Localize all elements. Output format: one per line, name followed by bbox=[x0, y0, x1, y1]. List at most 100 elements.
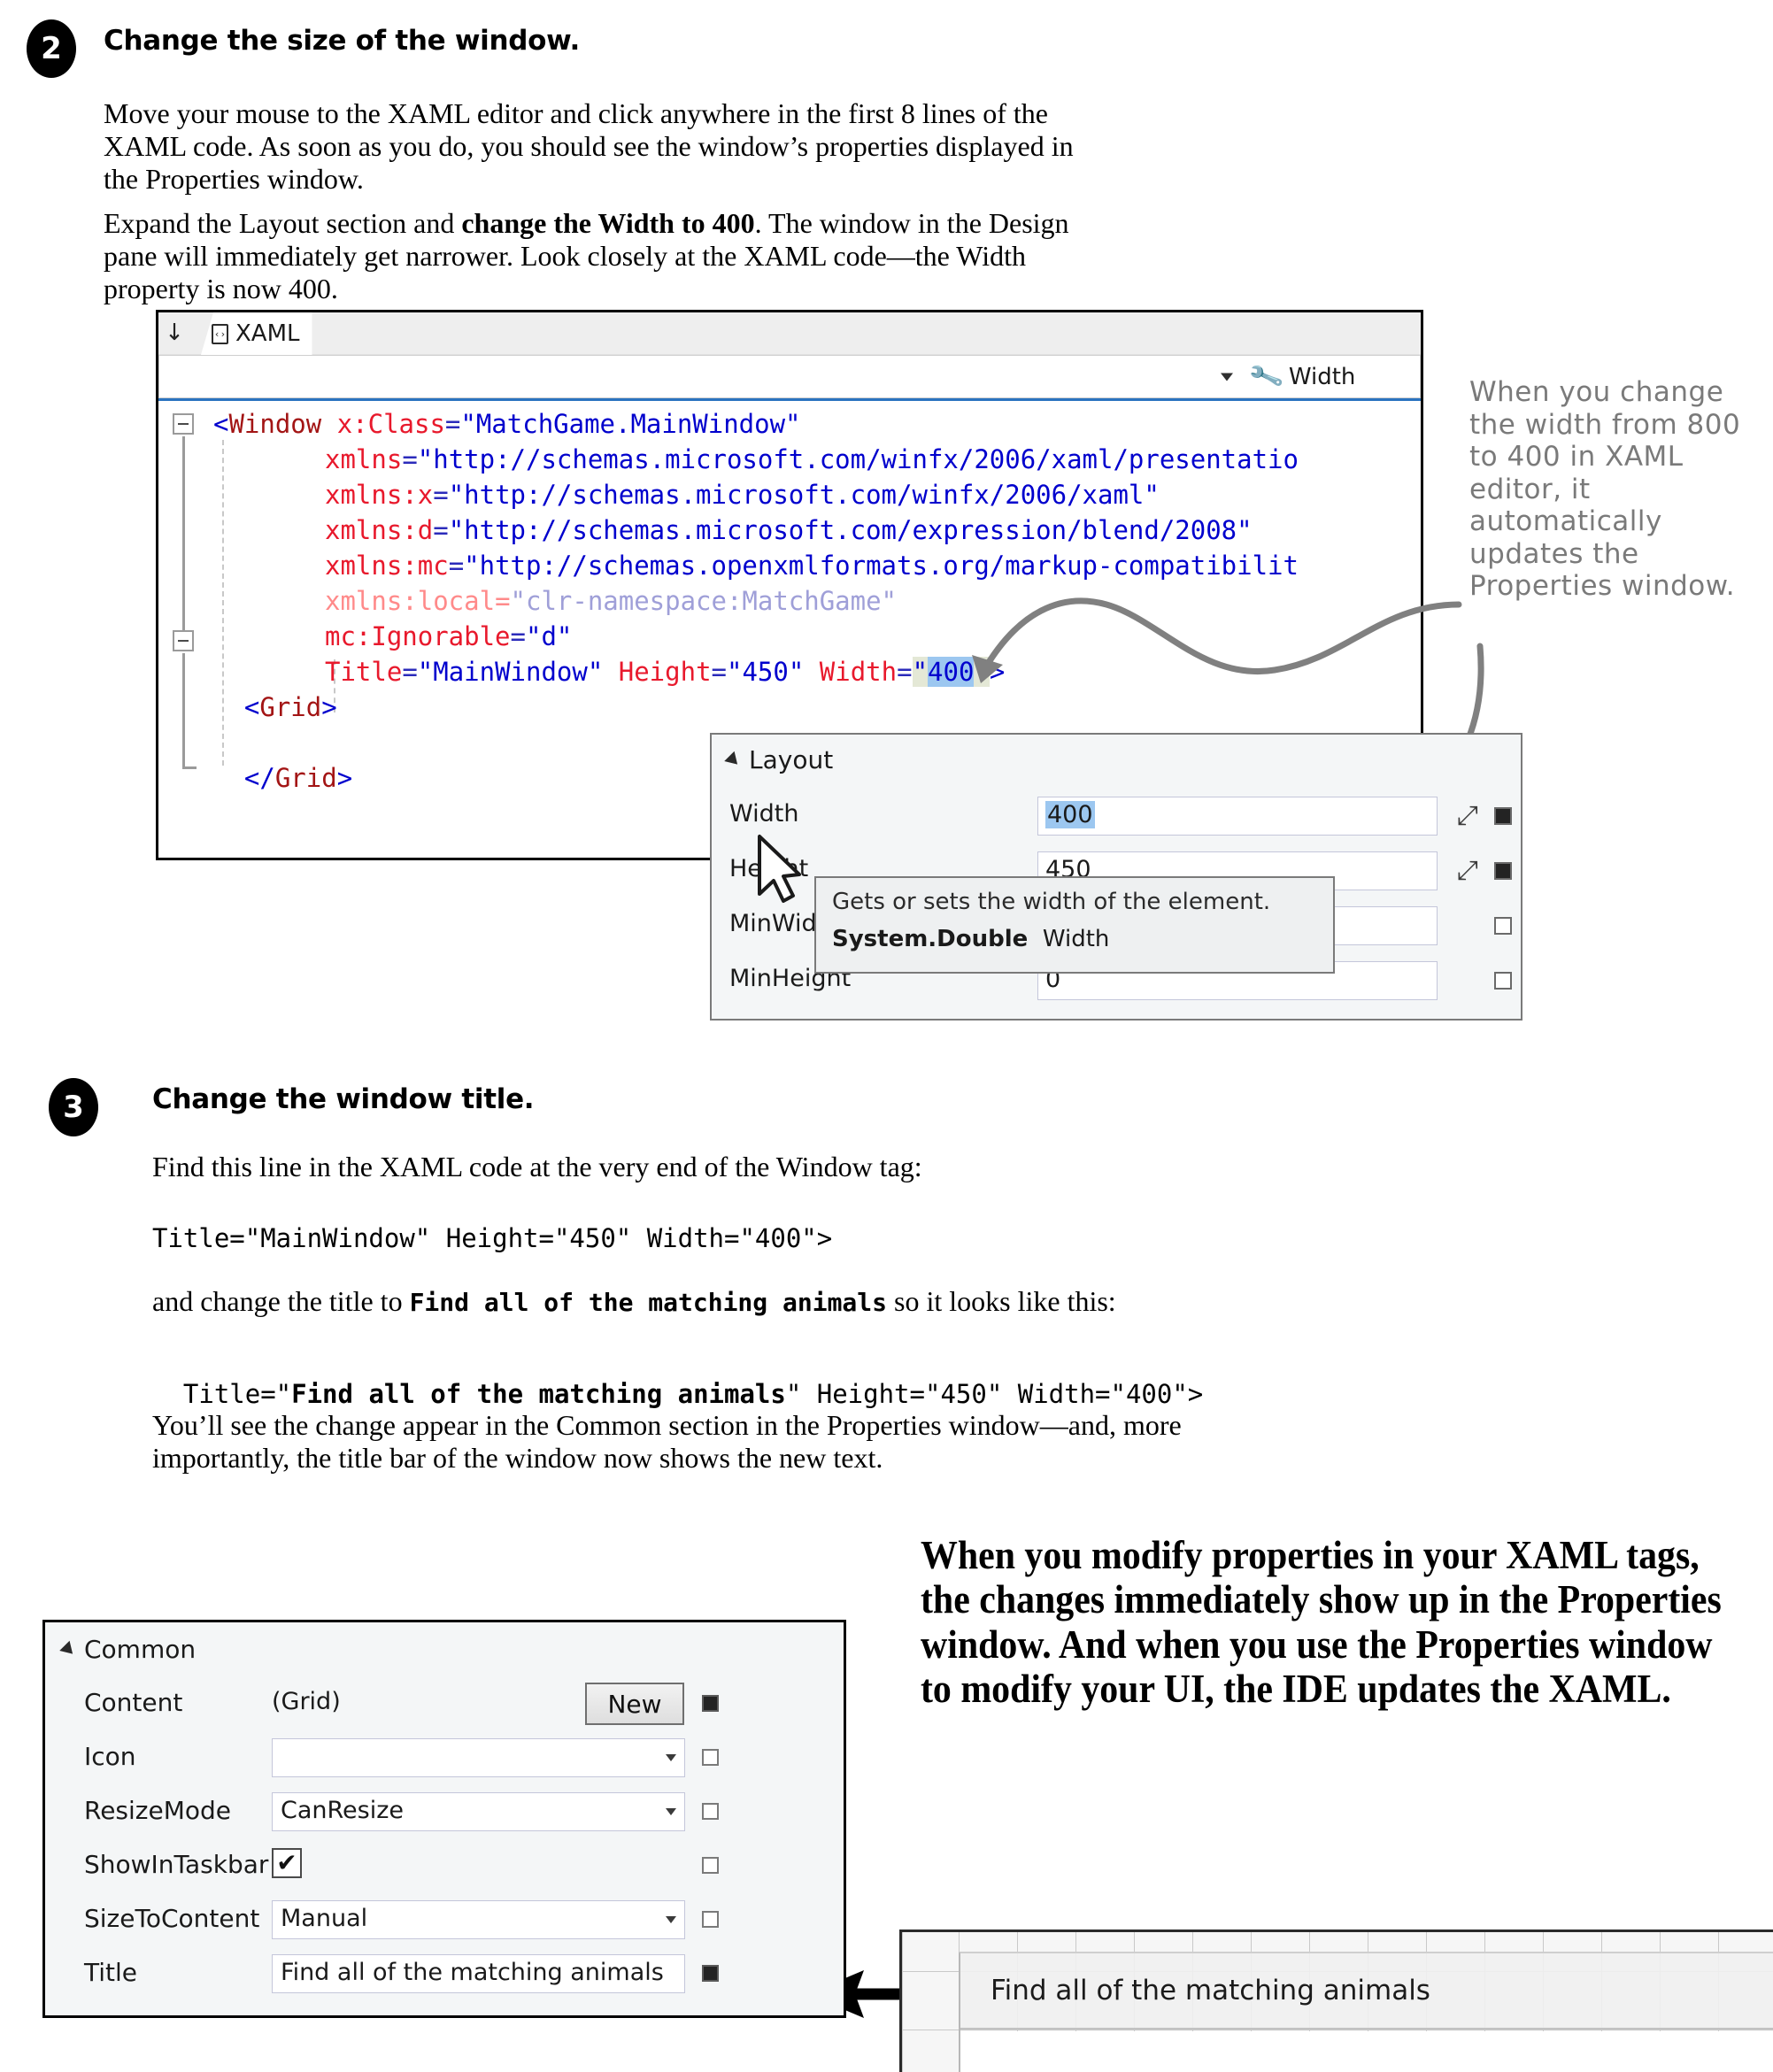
common-property-value: (Grid) bbox=[272, 1688, 341, 1715]
code-token: = bbox=[433, 480, 449, 510]
code-token: > bbox=[336, 763, 353, 793]
code-token: "450" bbox=[727, 657, 805, 687]
design-pane-preview[interactable]: Find all of the matching animals bbox=[899, 1930, 1773, 2072]
tooltip-description: Gets or sets the width of the element. bbox=[832, 889, 1271, 915]
code-token: Width bbox=[819, 657, 898, 687]
property-marker-icon[interactable] bbox=[1494, 862, 1512, 880]
show-in-taskbar-checkbox[interactable]: ✔ bbox=[272, 1848, 302, 1878]
code-line[interactable]: mc:Ignorable="d" bbox=[325, 624, 572, 650]
common-property-combobox[interactable]: CanResize bbox=[272, 1792, 685, 1831]
step-3-para2-lead: and change the title to bbox=[152, 1285, 410, 1317]
preview-window[interactable]: Find all of the matching animals bbox=[959, 1952, 1773, 2072]
property-marker-icon[interactable] bbox=[702, 1965, 719, 1982]
code-token: = bbox=[402, 444, 418, 474]
step-2-para2-emphasis: change the Width to 400 bbox=[461, 207, 755, 239]
expander-triangle-icon bbox=[59, 1640, 78, 1659]
code-token: = bbox=[510, 621, 526, 651]
step-2-paragraph-2: Expand the Layout section and change the… bbox=[104, 207, 1091, 305]
code-token: "http://schemas.microsoft.com/winfx/2006… bbox=[417, 444, 1299, 474]
step-2-title: Change the size of the window. bbox=[104, 25, 580, 57]
property-marker-icon[interactable] bbox=[702, 1911, 719, 1928]
preview-window-body bbox=[960, 2031, 1773, 2072]
layout-property-value: 400 bbox=[1045, 801, 1095, 828]
code-token: "MainWindow" bbox=[417, 657, 604, 687]
new-content-button[interactable]: New bbox=[585, 1683, 684, 1725]
xaml-property-indicator[interactable]: 🔧 Width bbox=[1238, 355, 1421, 398]
chevron-down-icon bbox=[1221, 373, 1233, 381]
code-line[interactable]: <Window x:Class="MatchGame.MainWindow" bbox=[213, 412, 801, 437]
step-3-para2-title: Find all of the matching animals bbox=[409, 1288, 887, 1317]
code-token: = bbox=[444, 409, 461, 439]
resize-arrows-icon[interactable]: ⤢ bbox=[1452, 855, 1484, 887]
xaml-scope-combobox[interactable] bbox=[158, 355, 1238, 398]
code-line[interactable]: <Grid> bbox=[213, 695, 337, 720]
code-token: = bbox=[402, 657, 418, 687]
code-line[interactable]: xmlns:d="http://schemas.microsoft.com/ex… bbox=[325, 518, 1253, 543]
code-token: < bbox=[213, 692, 260, 722]
common-property-label: Icon bbox=[84, 1742, 136, 1771]
code-line[interactable]: xmlns="http://schemas.microsoft.com/winf… bbox=[325, 447, 1299, 473]
code-token: xmlns:local bbox=[325, 586, 496, 616]
common-property-row: Content (Grid) New bbox=[45, 1683, 844, 1725]
code-line[interactable]: xmlns:local="clr-namespace:MatchGame" bbox=[325, 589, 897, 614]
property-marker-icon[interactable] bbox=[702, 1857, 719, 1874]
design-gridline bbox=[902, 1932, 903, 2072]
code-token: 400 bbox=[928, 657, 975, 687]
layout-section-header[interactable]: Layout bbox=[724, 745, 834, 774]
property-marker-icon[interactable] bbox=[1494, 807, 1512, 825]
code-line[interactable]: Title="MainWindow" Height="450" Width="4… bbox=[325, 657, 1006, 687]
annotation-note-big: When you modify properties in your XAML … bbox=[921, 1533, 1722, 1712]
tooltip-signature: System.Double Width bbox=[832, 926, 1317, 952]
code-token: Height bbox=[618, 657, 712, 687]
common-property-combobox[interactable]: Manual bbox=[272, 1900, 685, 1939]
code-line[interactable]: </Grid> bbox=[213, 766, 352, 791]
code-line[interactable]: xmlns:mc="http://schemas.openxmlformats.… bbox=[325, 553, 1299, 579]
property-marker-icon[interactable] bbox=[1494, 917, 1512, 935]
code-token: xmlns:mc bbox=[325, 551, 449, 581]
tooltip-type: System.Double bbox=[832, 926, 1029, 952]
fold-toggle-window[interactable] bbox=[173, 413, 194, 435]
code-token: Grid bbox=[274, 763, 337, 793]
chevron-down-icon bbox=[666, 1916, 676, 1923]
tab-xaml[interactable]: ‹› XAML bbox=[201, 312, 312, 355]
code-token: "d" bbox=[525, 621, 573, 651]
resize-arrows-icon[interactable]: ⤢ bbox=[1452, 800, 1484, 832]
fold-toggle-grid[interactable] bbox=[173, 630, 194, 651]
code-token: Grid bbox=[259, 692, 322, 722]
tab-xaml-label: XAML bbox=[235, 320, 300, 347]
code-token: xmlns:x bbox=[325, 480, 434, 510]
common-property-combobox[interactable] bbox=[272, 1738, 685, 1777]
code-token: "http://schemas.microsoft.com/winfx/2006… bbox=[448, 480, 1160, 510]
step-badge-3: 3 bbox=[49, 1078, 98, 1136]
common-property-input[interactable]: Find all of the matching animals bbox=[272, 1954, 685, 1993]
annotation-note-width: When you change the width from 800 to 40… bbox=[1469, 376, 1741, 603]
property-marker-icon[interactable] bbox=[702, 1803, 719, 1820]
fold-rail-grid bbox=[182, 653, 185, 766]
code-after-prefix: Title=" bbox=[182, 1379, 292, 1409]
xaml-property-label: Width bbox=[1288, 363, 1356, 390]
code-token: > bbox=[989, 657, 1006, 687]
step-2-paragraph-1: Move your mouse to the XAML editor and c… bbox=[104, 97, 1074, 196]
code-token: x:Class bbox=[336, 409, 445, 439]
code-after-suffix: " Height="450" Width="400"> bbox=[785, 1379, 1204, 1409]
property-marker-icon[interactable] bbox=[1494, 972, 1512, 990]
properties-common-panel[interactable]: Common Content (Grid) New Icon ResizeMode Can… bbox=[42, 1620, 846, 2018]
property-marker-icon[interactable] bbox=[702, 1749, 719, 1766]
layout-property-label: Height bbox=[729, 855, 809, 882]
code-line[interactable]: xmlns:x="http://schemas.microsoft.com/wi… bbox=[325, 482, 1160, 508]
property-marker-icon[interactable] bbox=[702, 1695, 719, 1712]
preview-window-titlebar: Find all of the matching animals bbox=[960, 1953, 1773, 2030]
xaml-editor-toolbar: 🔧 Width bbox=[158, 355, 1421, 401]
code-token: = bbox=[711, 657, 727, 687]
code-token: mc:Ignorable bbox=[325, 621, 511, 651]
code-token: "clr-namespace:MatchGame" bbox=[510, 586, 898, 616]
code-token: < bbox=[213, 409, 229, 439]
auto-hide-pin-icon[interactable]: ↓ bbox=[164, 318, 185, 348]
step-3-paragraph-3: You’ll see the change appear in the Comm… bbox=[152, 1409, 1182, 1475]
tooltip-member: Width bbox=[1042, 926, 1110, 952]
layout-section-label: Layout bbox=[749, 745, 834, 774]
common-section-header[interactable]: Common bbox=[59, 1635, 196, 1664]
layout-property-input[interactable]: 400 bbox=[1037, 797, 1438, 836]
